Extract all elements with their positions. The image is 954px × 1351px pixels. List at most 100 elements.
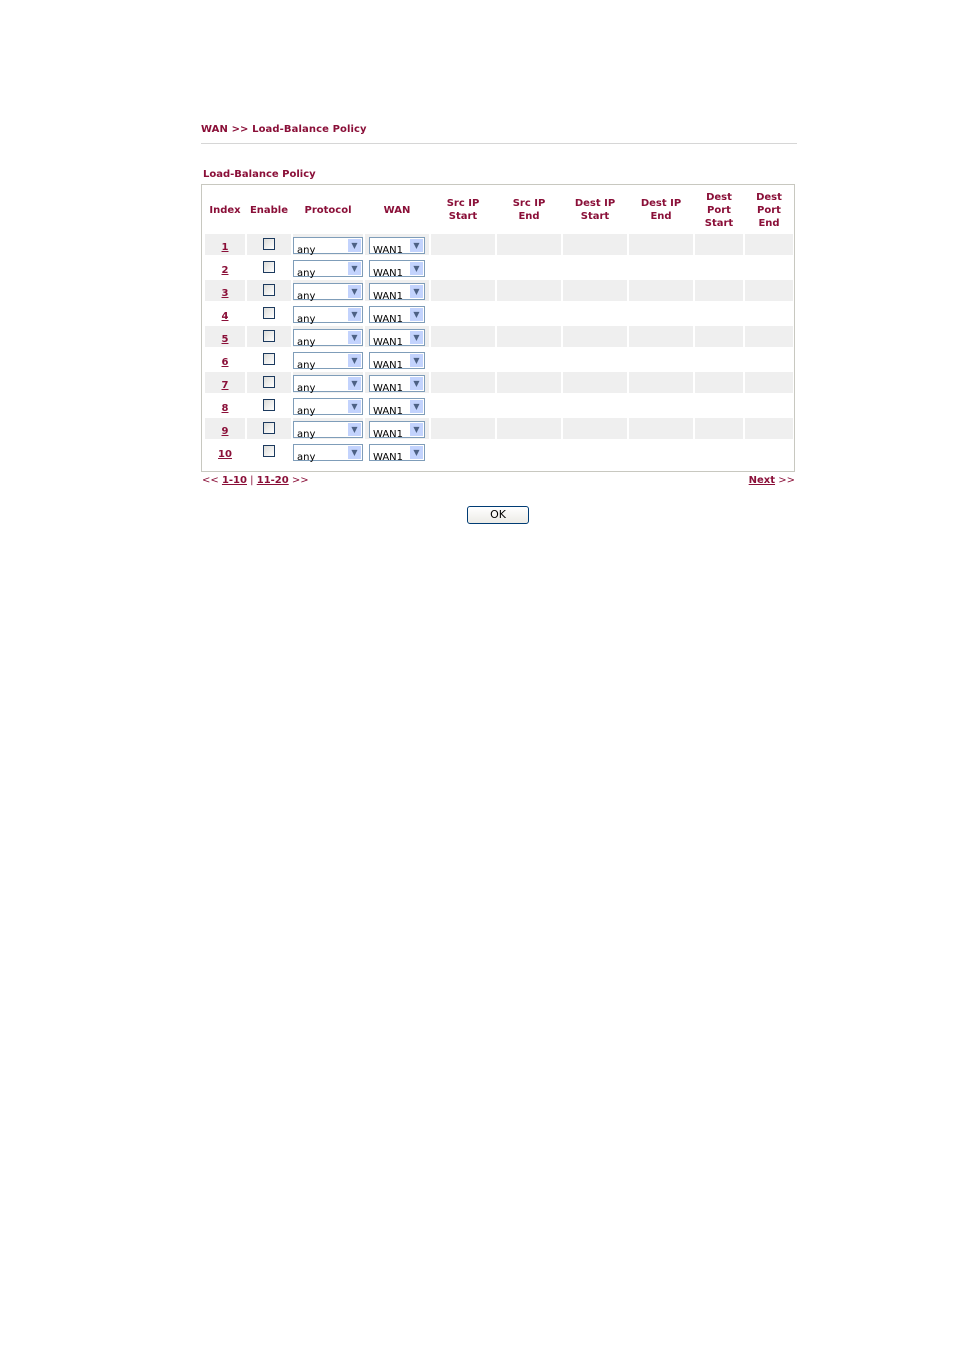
enable-checkbox[interactable]: [263, 376, 275, 388]
protocol-select[interactable]: any ▼: [293, 352, 363, 371]
chevron-down-icon[interactable]: ▼: [348, 423, 361, 436]
wan-select[interactable]: WAN1 ▼: [369, 421, 425, 440]
enable-checkbox[interactable]: [263, 261, 275, 273]
wan-select[interactable]: WAN1 ▼: [369, 329, 425, 348]
src-ip-start-cell: [431, 372, 495, 393]
prev-symbol: <<: [202, 475, 219, 486]
enable-checkbox[interactable]: [263, 307, 275, 319]
dest-ip-end-cell: [629, 441, 693, 462]
chevron-down-icon[interactable]: ▼: [348, 331, 361, 344]
wan-value: WAN1: [373, 245, 404, 256]
chevron-down-icon[interactable]: ▼: [348, 377, 361, 390]
wan-select[interactable]: WAN1 ▼: [369, 375, 425, 394]
protocol-select[interactable]: any ▼: [293, 398, 363, 417]
enable-checkbox[interactable]: [263, 445, 275, 457]
enable-cell: [247, 326, 291, 347]
dest-ip-start-cell: [563, 441, 627, 462]
ok-button[interactable]: OK: [467, 506, 529, 524]
protocol-select[interactable]: any ▼: [293, 444, 363, 463]
wan-select[interactable]: WAN1 ▼: [369, 283, 425, 302]
chevron-down-icon[interactable]: ▼: [410, 446, 423, 459]
chevron-down-icon[interactable]: ▼: [348, 308, 361, 321]
wan-select[interactable]: WAN1 ▼: [369, 237, 425, 256]
chevron-down-icon[interactable]: ▼: [410, 377, 423, 390]
chevron-down-icon[interactable]: ▼: [410, 354, 423, 367]
enable-cell: [247, 234, 291, 255]
dest-port-start-cell: [695, 372, 743, 393]
protocol-select[interactable]: any ▼: [293, 283, 363, 302]
dest-ip-end-cell: [629, 372, 693, 393]
protocol-cell: any ▼: [293, 395, 363, 417]
protocol-select[interactable]: any ▼: [293, 237, 363, 256]
chevron-down-icon[interactable]: ▼: [410, 285, 423, 298]
protocol-select[interactable]: any ▼: [293, 260, 363, 279]
protocol-select[interactable]: any ▼: [293, 375, 363, 394]
wan-select[interactable]: WAN1 ▼: [369, 398, 425, 417]
index-link[interactable]: 9: [222, 426, 229, 437]
column-header: WAN: [383, 204, 411, 216]
wan-value: WAN1: [373, 337, 404, 348]
index-link[interactable]: 8: [222, 403, 229, 414]
dest-ip-end-cell: [629, 395, 693, 416]
chevron-down-icon[interactable]: ▼: [348, 446, 361, 459]
next-page-link[interactable]: Next: [749, 475, 775, 486]
dest-port-start-cell: [695, 349, 743, 370]
page-link-11-20[interactable]: 11-20: [257, 475, 289, 486]
section-title: Load-Balance Policy: [203, 169, 316, 180]
wan-value: WAN1: [373, 452, 404, 463]
enable-cell: [247, 441, 291, 462]
wan-value: WAN1: [373, 429, 404, 440]
table-row: 1 any ▼ WAN1 ▼: [205, 234, 793, 256]
wan-cell: WAN1 ▼: [365, 372, 429, 394]
chevron-down-icon[interactable]: ▼: [410, 239, 423, 252]
index-link[interactable]: 5: [222, 334, 229, 345]
index-link[interactable]: 6: [222, 357, 229, 368]
chevron-down-icon[interactable]: ▼: [348, 400, 361, 413]
chevron-down-icon[interactable]: ▼: [348, 262, 361, 275]
dest-ip-start-cell: [563, 349, 627, 370]
protocol-select[interactable]: any ▼: [293, 306, 363, 325]
chevron-down-icon[interactable]: ▼: [410, 308, 423, 321]
index-link[interactable]: 7: [222, 380, 229, 391]
chevron-down-icon[interactable]: ▼: [410, 400, 423, 413]
chevron-down-icon[interactable]: ▼: [348, 285, 361, 298]
index-link[interactable]: 4: [222, 311, 229, 322]
wan-cell: WAN1 ▼: [365, 257, 429, 279]
wan-value: WAN1: [373, 268, 404, 279]
dest-ip-start-cell: [563, 257, 627, 278]
table-row: 2 any ▼ WAN1 ▼: [205, 257, 793, 279]
enable-checkbox[interactable]: [263, 284, 275, 296]
chevron-down-icon[interactable]: ▼: [348, 239, 361, 252]
table-row: 8 any ▼ WAN1 ▼: [205, 395, 793, 417]
wan-select[interactable]: WAN1 ▼: [369, 306, 425, 325]
index-link[interactable]: 2: [222, 265, 229, 276]
chevron-down-icon[interactable]: ▼: [348, 354, 361, 367]
chevron-down-icon[interactable]: ▼: [410, 331, 423, 344]
index-link[interactable]: 3: [222, 288, 229, 299]
wan-cell: WAN1 ▼: [365, 303, 429, 325]
page-link-1-10[interactable]: 1-10: [222, 475, 247, 486]
enable-checkbox[interactable]: [263, 330, 275, 342]
enable-checkbox[interactable]: [263, 422, 275, 434]
index-cell: 2: [205, 257, 245, 278]
table-row: 4 any ▼ WAN1 ▼: [205, 303, 793, 325]
chevron-down-icon[interactable]: ▼: [410, 262, 423, 275]
wan-select[interactable]: WAN1 ▼: [369, 260, 425, 279]
wan-select[interactable]: WAN1 ▼: [369, 352, 425, 371]
index-link[interactable]: 10: [218, 449, 232, 460]
chevron-down-icon[interactable]: ▼: [410, 423, 423, 436]
wan-value: WAN1: [373, 383, 404, 394]
enable-checkbox[interactable]: [263, 353, 275, 365]
enable-checkbox[interactable]: [263, 399, 275, 411]
src-ip-start-cell: [431, 303, 495, 324]
protocol-select[interactable]: any ▼: [293, 421, 363, 440]
protocol-value: any: [297, 429, 316, 440]
table-row: 3 any ▼ WAN1 ▼: [205, 280, 793, 302]
protocol-select[interactable]: any ▼: [293, 329, 363, 348]
index-cell: 9: [205, 418, 245, 439]
src-ip-start-cell: [431, 257, 495, 278]
wan-select[interactable]: WAN1 ▼: [369, 444, 425, 463]
enable-checkbox[interactable]: [263, 238, 275, 250]
index-cell: 5: [205, 326, 245, 347]
index-link[interactable]: 1: [222, 242, 229, 253]
